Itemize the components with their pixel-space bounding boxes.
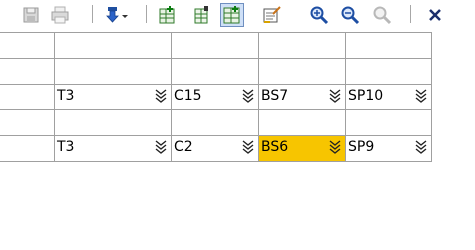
- print-button[interactable]: [48, 3, 72, 27]
- cell-value: T3: [57, 88, 75, 104]
- grid-cell[interactable]: [346, 110, 432, 136]
- grid-cell[interactable]: [0, 136, 55, 162]
- grid-cell[interactable]: [346, 59, 432, 85]
- grid-cell[interactable]: [0, 110, 55, 136]
- cell-value: C2: [174, 139, 193, 155]
- data-grid: T3 C15 BS7 SP10 T3 C2 BS6 SP9: [0, 32, 432, 164]
- expand-dropdown-icon[interactable]: [329, 139, 341, 154]
- cell-value: SP9: [348, 139, 375, 155]
- grid-cell[interactable]: [172, 32, 259, 59]
- grid-cell-dropdown[interactable]: C2: [172, 136, 259, 162]
- grid-cell-dropdown[interactable]: SP9: [346, 136, 432, 162]
- zoom-reset-button[interactable]: [370, 3, 394, 27]
- grid-cell-dropdown-selected[interactable]: BS6: [259, 136, 346, 162]
- note-edit-icon: [263, 6, 281, 23]
- expand-dropdown-icon[interactable]: [242, 88, 254, 103]
- grid-cell[interactable]: [259, 110, 346, 136]
- zoom-out-button[interactable]: [338, 3, 362, 27]
- edit-row-icon: [194, 6, 208, 24]
- grid-cell[interactable]: [259, 59, 346, 85]
- grid-cell[interactable]: [172, 110, 259, 136]
- grid-cell[interactable]: [346, 32, 432, 59]
- zoom-out-icon: [341, 6, 360, 25]
- grid-cell[interactable]: [55, 32, 172, 59]
- cell-value: BS7: [261, 88, 289, 104]
- cell-value: C15: [174, 88, 202, 104]
- grid-cell[interactable]: [55, 110, 172, 136]
- edit-row-button[interactable]: [190, 3, 214, 27]
- zoom-in-icon: [310, 6, 329, 25]
- toolbar: [0, 0, 475, 30]
- toolbar-separator: [146, 5, 147, 23]
- grid-cell-dropdown[interactable]: C15: [172, 85, 259, 110]
- grid-cell[interactable]: [172, 59, 259, 85]
- grid-cell[interactable]: [0, 59, 55, 85]
- grid-cell-dropdown[interactable]: T3: [55, 136, 172, 162]
- expand-dropdown-icon[interactable]: [155, 139, 167, 154]
- cell-value: BS6: [261, 139, 289, 155]
- expand-dropdown-icon[interactable]: [329, 88, 341, 103]
- move-down-dropdown-button[interactable]: [104, 3, 132, 27]
- grid-options-button[interactable]: [220, 3, 244, 27]
- cell-value: SP10: [348, 88, 384, 104]
- grid-cell[interactable]: [0, 32, 55, 59]
- add-row-icon: [159, 6, 175, 24]
- save-icon: [23, 7, 39, 23]
- toolbar-separator: [92, 5, 93, 23]
- expand-dropdown-icon[interactable]: [242, 139, 254, 154]
- save-button[interactable]: [20, 3, 44, 27]
- grid-cell-dropdown[interactable]: SP10: [346, 85, 432, 110]
- grid-cell[interactable]: [55, 59, 172, 85]
- expand-dropdown-icon[interactable]: [415, 88, 427, 103]
- grid-options-icon: [223, 6, 240, 24]
- cell-value: T3: [57, 139, 75, 155]
- close-button[interactable]: [423, 3, 447, 27]
- note-edit-button[interactable]: [260, 3, 284, 27]
- zoom-in-button[interactable]: [307, 3, 331, 27]
- grid-cell-dropdown[interactable]: T3: [55, 85, 172, 110]
- grid-cell-dropdown[interactable]: BS7: [259, 85, 346, 110]
- move-down-dropdown-icon: [106, 7, 128, 23]
- zoom-reset-icon: [373, 6, 392, 25]
- expand-dropdown-icon[interactable]: [155, 88, 167, 103]
- grid-cell[interactable]: [259, 32, 346, 59]
- add-row-button[interactable]: [156, 3, 180, 27]
- grid-cell[interactable]: [0, 85, 55, 110]
- expand-dropdown-icon[interactable]: [415, 139, 427, 154]
- close-icon: [429, 9, 441, 21]
- toolbar-separator: [410, 5, 411, 23]
- print-icon: [51, 6, 69, 24]
